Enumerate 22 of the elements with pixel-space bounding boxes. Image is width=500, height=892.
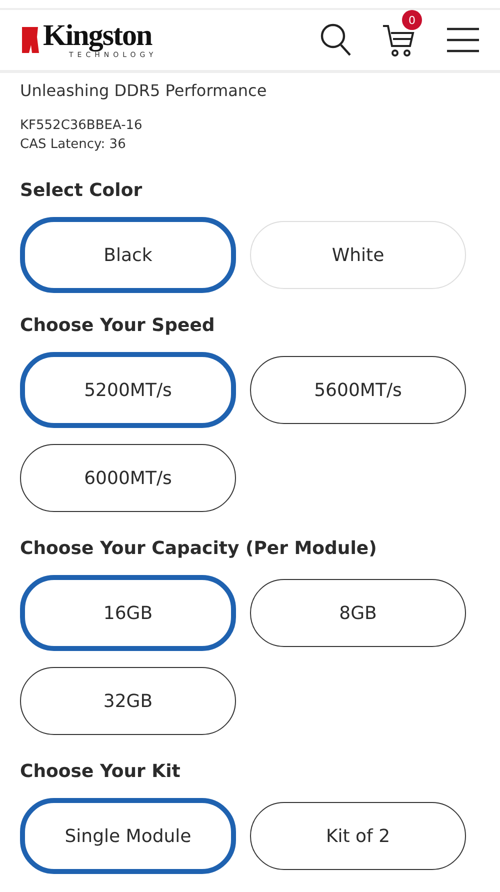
section-title: Choose Your Capacity (Per Module) bbox=[20, 538, 378, 559]
cas-latency: CAS Latency: 36 bbox=[20, 136, 127, 154]
option-button[interactable]: Single Module bbox=[20, 798, 236, 874]
logo-icon bbox=[20, 25, 40, 55]
option-button[interactable]: White bbox=[250, 221, 466, 289]
search-icon[interactable] bbox=[320, 23, 352, 57]
option-button[interactable]: 32GB bbox=[20, 667, 236, 735]
option-button[interactable]: 5600MT/s bbox=[250, 356, 466, 424]
option-button[interactable]: 5200MT/s bbox=[20, 352, 236, 428]
option-button[interactable]: Kit of 2 bbox=[250, 802, 466, 870]
cart-count-badge: 0 bbox=[402, 10, 422, 30]
part-number: KF552C36BBEA-16 bbox=[20, 117, 144, 135]
option-button[interactable]: 6000MT/s bbox=[20, 444, 236, 512]
option-button[interactable]: 8GB bbox=[250, 579, 466, 647]
section-title: Choose Your Kit bbox=[20, 761, 182, 782]
logo-name[interactable]: Kingston bbox=[43, 21, 158, 51]
option-button[interactable]: Black bbox=[20, 217, 236, 293]
section-title: Choose Your Speed bbox=[20, 315, 216, 336]
menu-icon[interactable] bbox=[446, 27, 480, 53]
option-button[interactable]: 16GB bbox=[20, 575, 236, 651]
product-tagline: Unleashing DDR5 Performance bbox=[20, 81, 268, 100]
section-title: Select Color bbox=[20, 180, 144, 201]
